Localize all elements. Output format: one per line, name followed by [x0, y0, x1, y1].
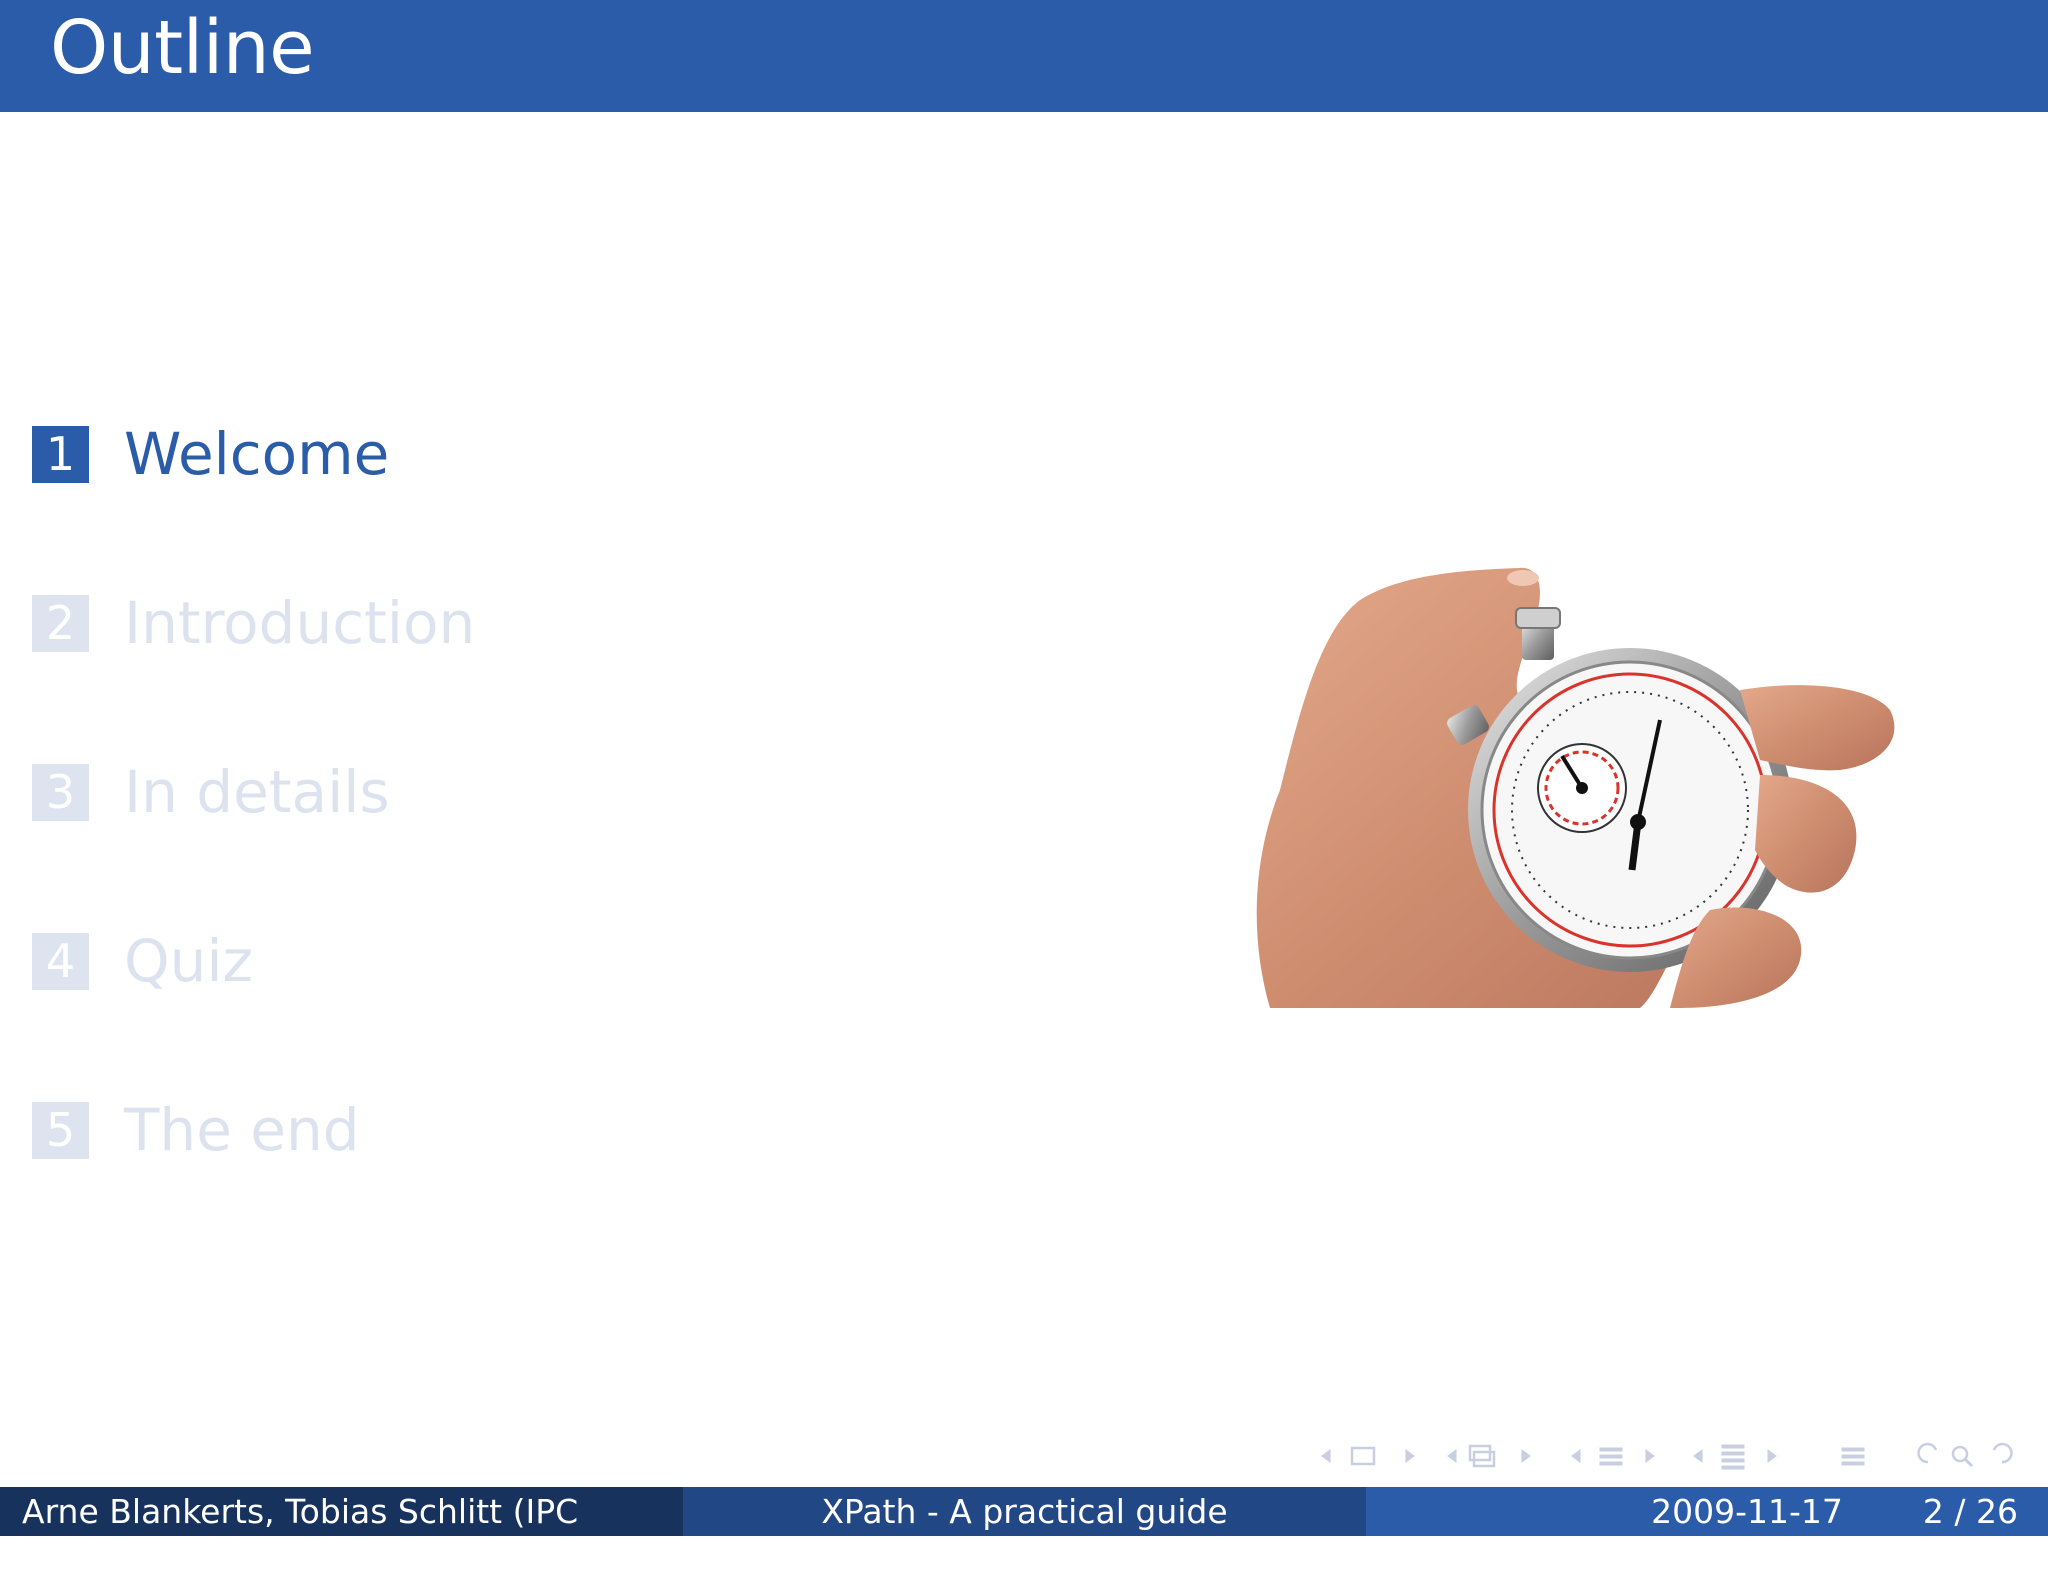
toc-label: In details: [124, 758, 390, 826]
stopwatch-photo: [1256, 567, 1895, 1008]
toc-item-introduction[interactable]: 2 Introduction: [32, 589, 475, 657]
toc-number: 5: [32, 1101, 89, 1159]
toc-item-in-details[interactable]: 3 In details: [32, 758, 390, 826]
toc-item-the-end[interactable]: 5 The end: [32, 1096, 360, 1164]
prev-arrow-icon[interactable]: [1571, 1449, 1581, 1463]
search-icon[interactable]: [1951, 1445, 1969, 1463]
toc-number: 1: [32, 425, 89, 483]
prev-arrow-icon[interactable]: [1693, 1449, 1703, 1463]
footer-title: XPath - A practical guide: [683, 1487, 1366, 1536]
document-icon[interactable]: [1721, 1444, 1745, 1470]
toc-label: Introduction: [124, 589, 476, 657]
navigation-bar: [1321, 1442, 2013, 1470]
next-arrow-icon[interactable]: [1405, 1449, 1415, 1463]
toc-item-quiz[interactable]: 4 Quiz: [32, 927, 253, 995]
toc-item-welcome[interactable]: 1 Welcome: [32, 420, 389, 488]
section-icon[interactable]: [1599, 1447, 1623, 1466]
footer-author: Arne Blankerts, Tobias Schlitt (IPC 2009…: [0, 1487, 683, 1580]
next-arrow-icon[interactable]: [1521, 1449, 1531, 1463]
next-arrow-icon[interactable]: [1645, 1449, 1655, 1463]
back-icon[interactable]: [1917, 1442, 1938, 1464]
footer: Arne Blankerts, Tobias Schlitt (IPC 2009…: [0, 1487, 2048, 1580]
frame-title: Outline: [50, 5, 315, 91]
toc-label: Welcome: [124, 420, 390, 488]
frame-title-bar: Outline: [0, 0, 2048, 112]
prev-arrow-icon[interactable]: [1447, 1449, 1457, 1463]
toc-label: The end: [124, 1096, 360, 1164]
footer-date-page: 2009-11-17 2 / 26: [1366, 1487, 2048, 1536]
next-arrow-icon[interactable]: [1767, 1449, 1777, 1463]
toc-number: 3: [32, 763, 89, 821]
prev-arrow-icon[interactable]: [1321, 1449, 1331, 1463]
toc-icon[interactable]: [1841, 1447, 1865, 1466]
toc-label: Quiz: [124, 927, 253, 995]
frame-icon[interactable]: [1350, 1446, 1376, 1466]
toc-number: 4: [32, 932, 89, 990]
footer-date: 2009-11-17: [1651, 1492, 1843, 1531]
toc-number: 2: [32, 594, 89, 652]
footer-page-number: 2 / 26: [1922, 1492, 2018, 1531]
forward-icon[interactable]: [1992, 1442, 2013, 1464]
